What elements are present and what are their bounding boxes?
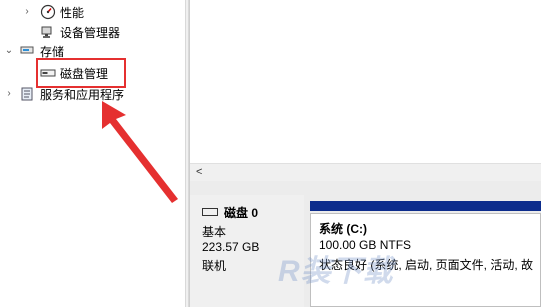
chevron-down-icon[interactable]: ⌄ (4, 46, 14, 56)
disk-icon (202, 207, 218, 216)
highlight-box (36, 58, 126, 88)
performance-icon (40, 4, 56, 20)
annotation-arrow-icon (102, 101, 178, 203)
volume-title: 系统 (C:) (319, 222, 367, 236)
tree-item-label: 存储 (40, 44, 65, 59)
disk-size: 223.57 GB (202, 240, 260, 254)
volume-header-bar (310, 201, 541, 211)
device-manager-icon (40, 24, 56, 40)
services-apps-icon (20, 86, 36, 102)
storage-icon (20, 43, 36, 59)
tree-item-label: 设备管理器 (60, 25, 121, 40)
disk-name: 磁盘 0 (224, 206, 259, 220)
disk-status: 联机 (202, 259, 227, 273)
chevron-right-icon[interactable]: › (22, 7, 32, 17)
tree-item-performance[interactable]: › 性能 (22, 2, 84, 22)
tree-item-label: 性能 (60, 5, 85, 20)
chevron-right-icon[interactable]: › (4, 89, 14, 99)
horizontal-scrollbar[interactable]: < (190, 163, 541, 182)
disk-type: 基本 (202, 225, 227, 239)
scroll-left-icon[interactable]: < (196, 166, 202, 178)
disk-title: 磁盘 0 (202, 204, 258, 221)
watermark: R装下载 (278, 255, 394, 288)
tree-item-device-manager[interactable]: 设备管理器 (40, 22, 120, 42)
